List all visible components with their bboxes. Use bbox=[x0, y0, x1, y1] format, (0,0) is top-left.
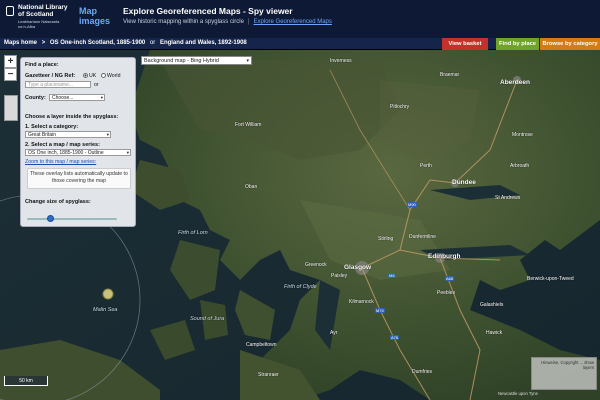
logo-line4: na h-Alba bbox=[18, 24, 36, 29]
label-firth-clyde: Firth of Clyde bbox=[284, 284, 317, 290]
overview-minimap[interactable]: Hinweise, Copyright ... show layers bbox=[531, 357, 597, 390]
section-title[interactable]: Map images bbox=[79, 6, 111, 26]
label-greenock: Greenock bbox=[305, 262, 327, 268]
label-ayr: Ayr bbox=[330, 330, 338, 336]
nls-logo[interactable]: National Library of Scotland Leabharlann… bbox=[6, 4, 68, 34]
county-value: Choose... bbox=[52, 95, 74, 101]
label-braemar: Braemar bbox=[440, 72, 460, 78]
radio-world-label: World bbox=[107, 73, 121, 79]
breadcrumb-bar: Maps home > OS One-inch Scotland, 1885-1… bbox=[0, 38, 600, 50]
breadcrumb-series2[interactable]: England and Wales, 1892-1908 bbox=[160, 40, 247, 46]
label-st-andrews: St Andrews bbox=[495, 195, 521, 201]
label-pitlochry: Pitlochry bbox=[390, 104, 410, 110]
logo-line1: National Library bbox=[18, 4, 68, 11]
subtitle-separator: | bbox=[247, 19, 250, 25]
breadcrumb-arrow: > bbox=[41, 40, 46, 46]
breadcrumb-or: or bbox=[149, 40, 156, 46]
label-dumfries: Dumfries bbox=[412, 369, 433, 375]
choose-layer-heading: Choose a layer inside the spyglass: bbox=[25, 114, 119, 120]
label-hawick: Hawick bbox=[486, 330, 503, 336]
label-inverness: Inverness bbox=[330, 58, 352, 64]
road-shield: M74 bbox=[375, 308, 385, 313]
gazetteer-label: Gazetteer / NG Ref: bbox=[25, 73, 76, 79]
label-dunfermline: Dunfermline bbox=[409, 234, 436, 240]
zoom-out-button[interactable]: − bbox=[4, 68, 17, 81]
site-header: National Library of Scotland Leabharlann… bbox=[0, 0, 600, 38]
category-select[interactable]: Great Britain ▾ bbox=[25, 131, 111, 138]
browse-by-category-button[interactable]: Browse by category bbox=[540, 38, 600, 50]
view-basket-button[interactable]: View basket bbox=[442, 38, 488, 50]
page-subtitle: View historic mapping within a spyglass … bbox=[123, 19, 332, 25]
zoom-to-series-link[interactable]: Zoom to this map / map series: bbox=[25, 159, 96, 165]
radio-uk-icon[interactable] bbox=[83, 73, 88, 78]
find-place-heading: Find a place: bbox=[25, 62, 59, 68]
breadcrumb-series[interactable]: OS One-inch Scotland, 1885-1900 bbox=[50, 40, 145, 46]
label-firth-lorn: Firth of Lorn bbox=[178, 230, 208, 236]
label-arbroath: Arbroath bbox=[510, 163, 530, 169]
chevron-down-icon: ▾ bbox=[106, 132, 109, 137]
map-attribution: Newcastle upon Tyne bbox=[498, 391, 538, 396]
select-category-label: 1. Select a category: bbox=[25, 124, 79, 130]
select-series-label: 2. Select a map / map series: bbox=[25, 142, 100, 148]
label-glasgow: Glasgow bbox=[344, 264, 372, 271]
label-aberdeen: Aberdeen bbox=[500, 79, 530, 86]
county-select[interactable]: Choose... ▾ bbox=[49, 94, 105, 101]
background-map-value: Background map - Bing Hybrid bbox=[144, 58, 219, 64]
label-paisley: Paisley bbox=[331, 273, 348, 279]
road-shield: M90 bbox=[407, 202, 417, 207]
zoom-in-button[interactable]: + bbox=[4, 55, 17, 68]
overlay-note: These overlay lists automatically update… bbox=[27, 168, 131, 189]
road-shield: M8 bbox=[388, 273, 396, 278]
explore-maps-link[interactable]: Explore Georeferenced Maps bbox=[254, 19, 332, 25]
subtitle-text: View historic mapping within a spyglass … bbox=[123, 19, 244, 25]
label-kilmarnock: Kilmarnock bbox=[349, 299, 374, 305]
chevron-down-icon: ▾ bbox=[126, 150, 129, 155]
label-oban: Oban bbox=[245, 184, 258, 190]
spyglass-size-slider[interactable] bbox=[27, 218, 117, 220]
radio-uk-label: UK bbox=[89, 73, 97, 79]
road-shield: A76 bbox=[390, 335, 400, 340]
label-berwick: Berwick-upon-Tweed bbox=[527, 276, 574, 282]
category-value: Great Britain bbox=[28, 132, 57, 138]
road-shield: A68 bbox=[445, 276, 455, 281]
label-stranraer: Stranraer bbox=[258, 372, 279, 378]
slider-handle[interactable] bbox=[47, 215, 54, 222]
radio-world[interactable]: World bbox=[101, 73, 120, 79]
label-stirling: Stirling bbox=[378, 236, 394, 242]
label-sound-jura: Sound of Jura bbox=[190, 316, 225, 322]
chevron-down-icon: ▾ bbox=[100, 95, 103, 100]
label-malin-sea: Malin Sea bbox=[93, 307, 118, 313]
chevron-down-icon: ▾ bbox=[246, 58, 249, 64]
breadcrumb: Maps home > OS One-inch Scotland, 1885-1… bbox=[4, 40, 250, 46]
find-by-place-button[interactable]: Find by place bbox=[496, 38, 539, 50]
find-place-panel: Find a place: Gazetteer / NG Ref: UK Wor… bbox=[20, 57, 136, 227]
county-label: County: bbox=[25, 95, 46, 101]
logo-mark-icon bbox=[6, 6, 14, 16]
panel-toggle-tab[interactable] bbox=[4, 95, 18, 121]
label-perth: Perth bbox=[420, 163, 432, 169]
radio-uk[interactable]: UK bbox=[83, 73, 96, 79]
map-series-value: OS One inch, 1885-1900 - Outline bbox=[28, 150, 104, 156]
label-campbeltown: Campbeltown bbox=[246, 342, 277, 348]
zoom-controls: + − bbox=[4, 55, 17, 81]
label-fort-william: Fort William bbox=[235, 122, 262, 128]
label-peebles: Peebles bbox=[437, 290, 456, 296]
map-series-select[interactable]: OS One inch, 1885-1900 - Outline ▾ bbox=[25, 149, 131, 156]
scale-bar: 50 km bbox=[4, 376, 48, 386]
breadcrumb-home[interactable]: Maps home bbox=[4, 40, 37, 46]
label-montrose: Montrose bbox=[512, 132, 533, 138]
page-title: Explore Georeferenced Maps - Spy viewer bbox=[123, 6, 293, 16]
radio-world-icon[interactable] bbox=[101, 73, 106, 78]
placename-search-input[interactable]: Type a placename... bbox=[25, 81, 91, 88]
label-galashiels: Galashiels bbox=[480, 302, 504, 308]
background-map-select[interactable]: Background map - Bing Hybrid ▾ bbox=[141, 56, 252, 65]
label-edinburgh: Edinburgh bbox=[428, 253, 461, 260]
label-dundee: Dundee bbox=[452, 179, 476, 186]
spyglass-size-label: Change size of spyglass: bbox=[25, 199, 91, 205]
logo-line2: of Scotland bbox=[18, 11, 54, 18]
or-label: or bbox=[94, 82, 99, 88]
